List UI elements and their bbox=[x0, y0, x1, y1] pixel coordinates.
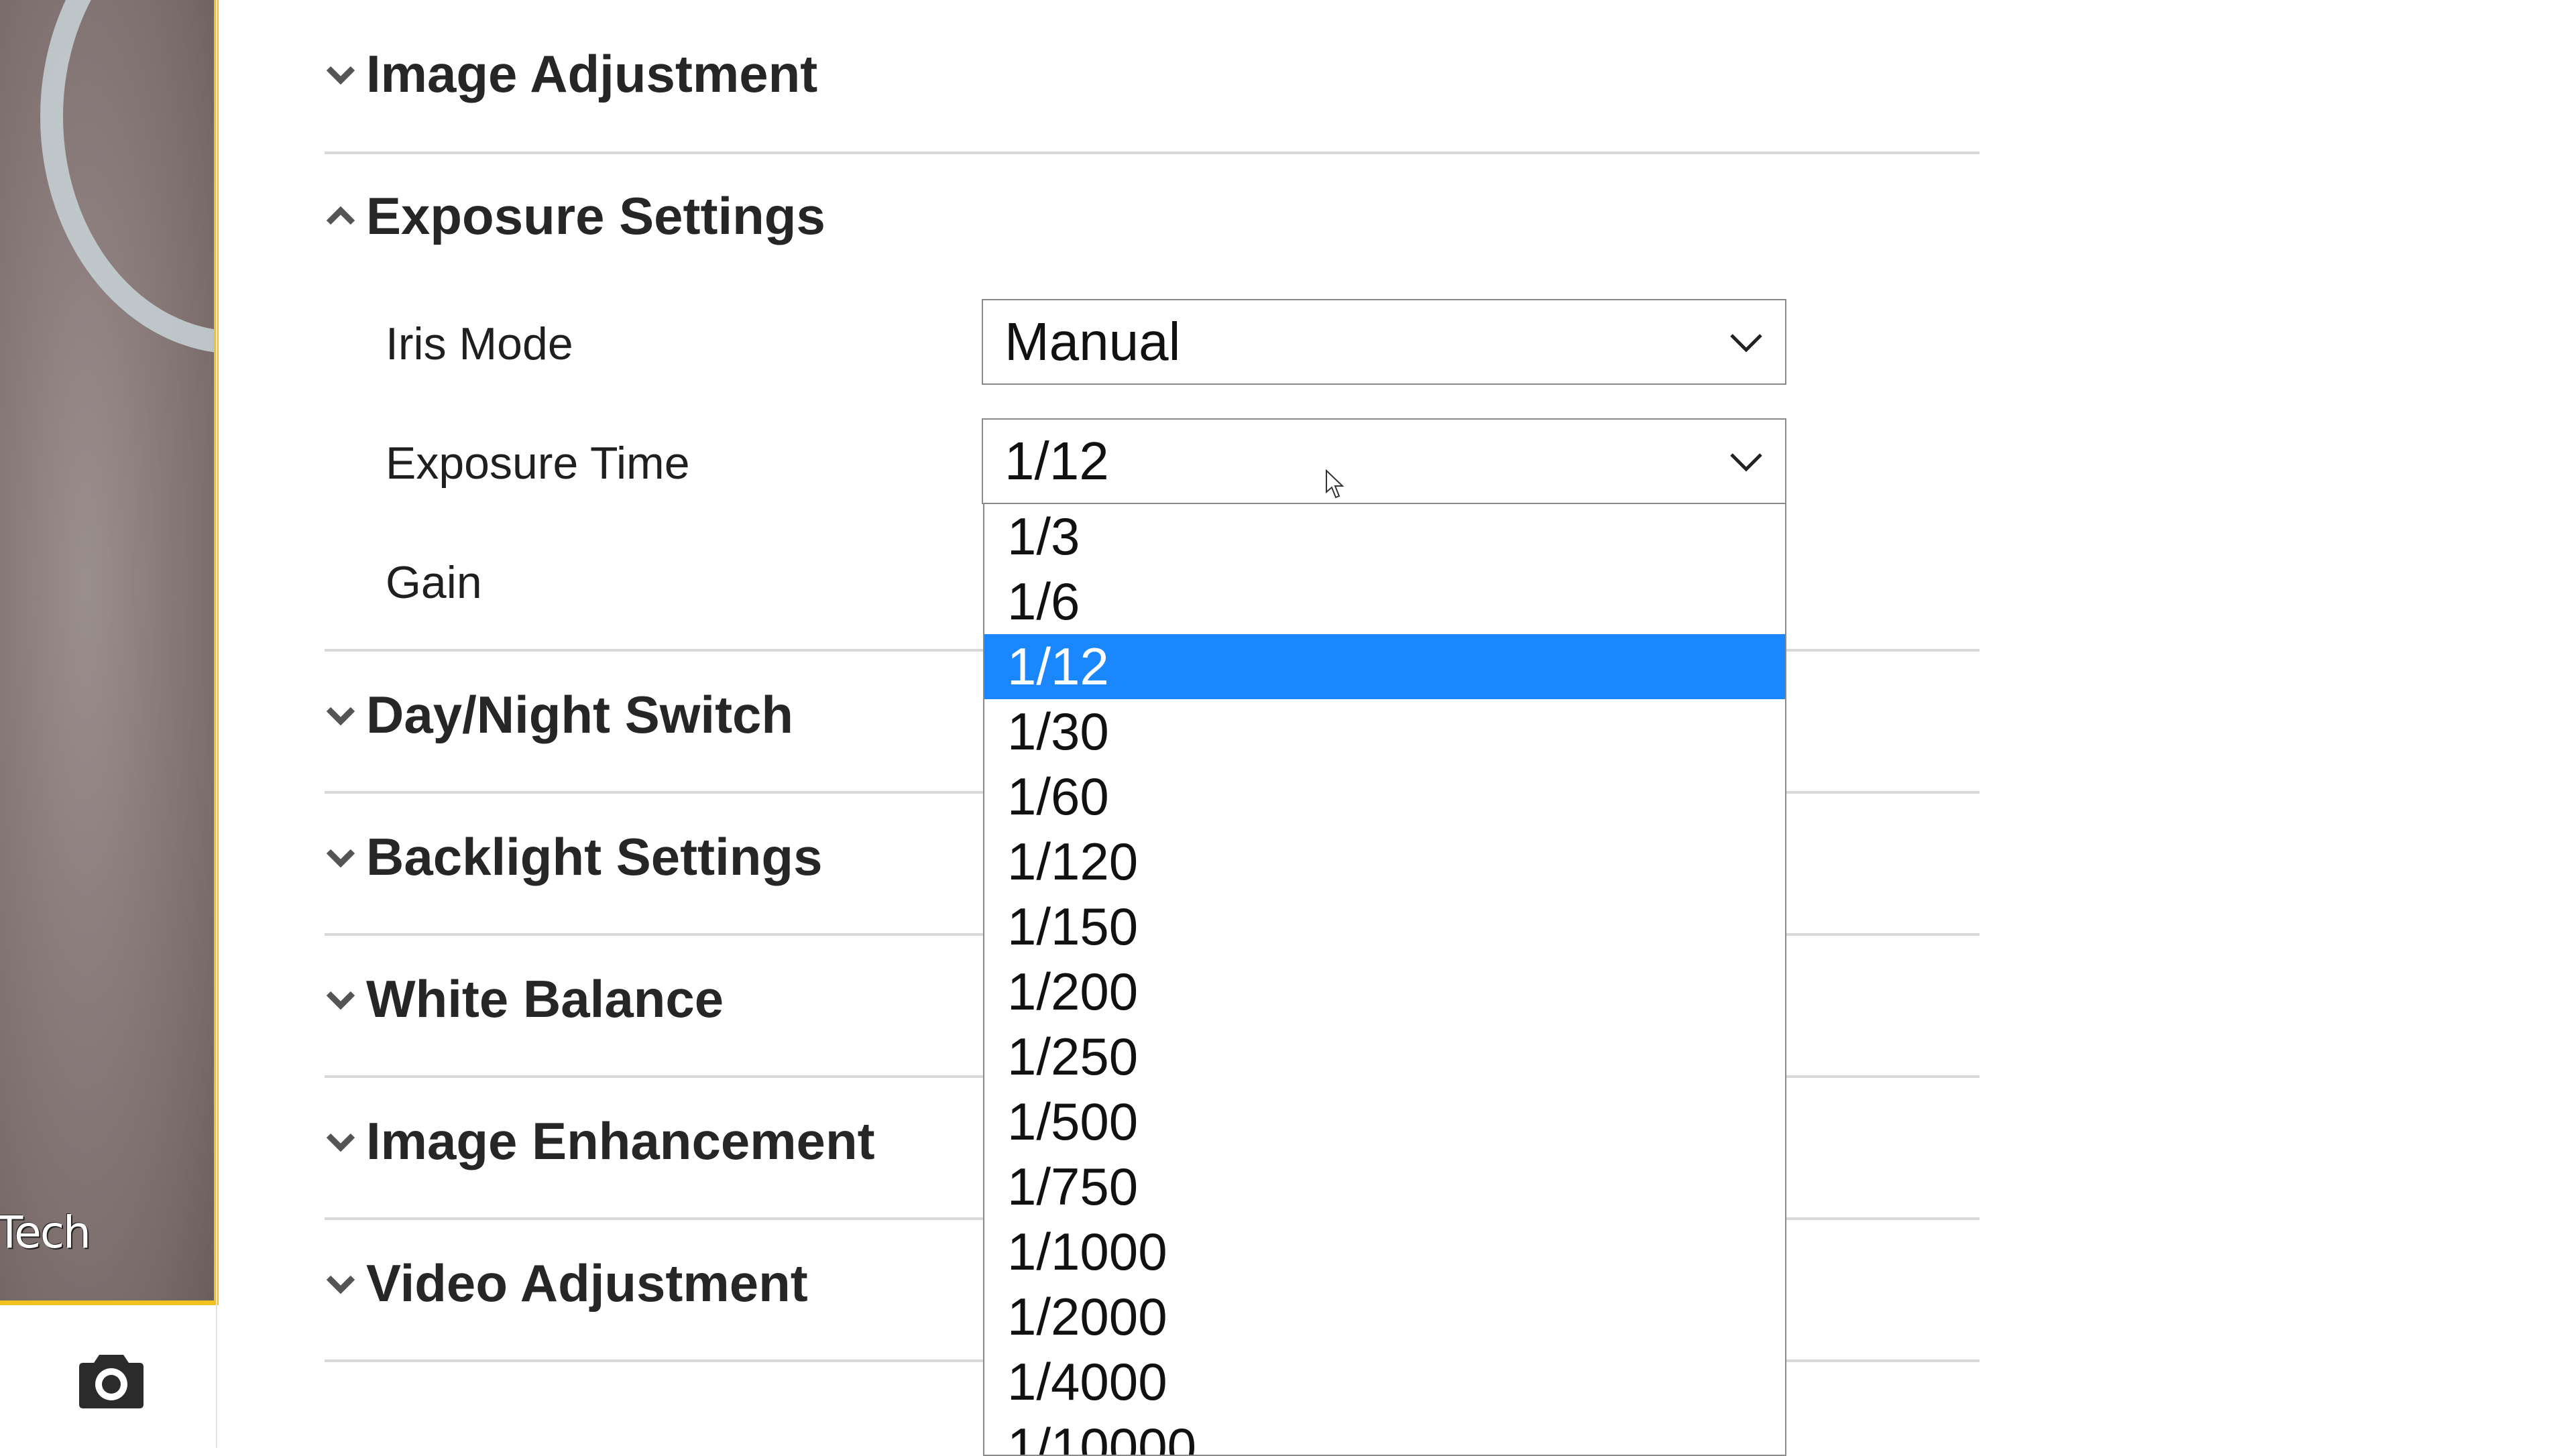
section-backlight-settings[interactable]: Backlight Settings bbox=[322, 823, 822, 890]
exposure-option[interactable]: 1/150 bbox=[984, 894, 1785, 959]
lens-reflection bbox=[40, 0, 214, 354]
exposure-time-value: 1/12 bbox=[1005, 431, 1109, 491]
section-label: Backlight Settings bbox=[366, 827, 823, 886]
osd-text: Tech bbox=[0, 1207, 91, 1258]
chevron-up-icon bbox=[326, 206, 355, 225]
iris-mode-select[interactable]: Manual bbox=[982, 299, 1786, 385]
iris-mode-value: Manual bbox=[1005, 312, 1181, 371]
exposure-option[interactable]: 1/6 bbox=[984, 569, 1785, 634]
section-label: Image Adjustment bbox=[366, 44, 818, 103]
chevron-down-icon bbox=[326, 1275, 355, 1294]
caret-down-icon bbox=[1730, 334, 1762, 353]
caret-down-icon bbox=[1730, 453, 1762, 472]
exposure-option[interactable]: 1/1000 bbox=[984, 1219, 1785, 1284]
exposure-option[interactable]: 1/500 bbox=[984, 1089, 1785, 1154]
exposure-option[interactable]: 1/3 bbox=[984, 504, 1785, 569]
exposure-option[interactable]: 1/12 bbox=[984, 634, 1785, 699]
section-label: Video Adjustment bbox=[366, 1253, 808, 1313]
gain-label: Gain bbox=[386, 557, 482, 608]
section-exposure-settings[interactable]: Exposure Settings bbox=[322, 182, 825, 249]
iris-mode-label: Iris Mode bbox=[386, 318, 573, 369]
section-image-enhancement[interactable]: Image Enhancement bbox=[322, 1107, 875, 1174]
section-divider bbox=[325, 151, 1980, 154]
exposure-option[interactable]: 1/250 bbox=[984, 1024, 1785, 1089]
section-label: Image Enhancement bbox=[366, 1111, 875, 1170]
exposure-time-select[interactable]: 1/12 bbox=[982, 418, 1786, 504]
exposure-option[interactable]: 1/4000 bbox=[984, 1349, 1785, 1414]
panel-divider bbox=[216, 0, 217, 1448]
chevron-down-icon bbox=[326, 1133, 355, 1152]
exposure-option[interactable]: 1/2000 bbox=[984, 1284, 1785, 1349]
exposure-option[interactable]: 1/60 bbox=[984, 764, 1785, 829]
section-image-adjustment[interactable]: Image Adjustment bbox=[322, 40, 817, 107]
exposure-option[interactable]: 1/10000 bbox=[984, 1414, 1785, 1455]
capture-button[interactable] bbox=[79, 1351, 144, 1408]
exposure-option[interactable]: 1/200 bbox=[984, 959, 1785, 1024]
chevron-down-icon bbox=[326, 849, 355, 868]
section-white-balance[interactable]: White Balance bbox=[322, 965, 724, 1032]
camera-icon bbox=[79, 1355, 144, 1408]
section-label: White Balance bbox=[366, 969, 724, 1028]
chevron-down-icon bbox=[326, 707, 355, 726]
section-label: Exposure Settings bbox=[366, 186, 825, 245]
exposure-time-options[interactable]: 1/3 1/6 1/12 1/30 1/60 1/120 1/150 1/200 1/250 1/… bbox=[983, 504, 1786, 1456]
section-day-night-switch[interactable]: Day/Night Switch bbox=[322, 681, 793, 748]
chevron-down-icon bbox=[326, 991, 355, 1010]
exposure-time-label: Exposure Time bbox=[386, 438, 690, 489]
exposure-option[interactable]: 1/120 bbox=[984, 829, 1785, 894]
exposure-option[interactable]: 1/30 bbox=[984, 699, 1785, 764]
exposure-option[interactable]: 1/750 bbox=[984, 1154, 1785, 1219]
section-video-adjustment[interactable]: Video Adjustment bbox=[322, 1250, 808, 1317]
section-label: Day/Night Switch bbox=[366, 684, 794, 744]
live-preview: Tech bbox=[0, 0, 219, 1305]
mouse-cursor-icon bbox=[1326, 469, 1344, 499]
chevron-down-icon bbox=[326, 66, 355, 85]
